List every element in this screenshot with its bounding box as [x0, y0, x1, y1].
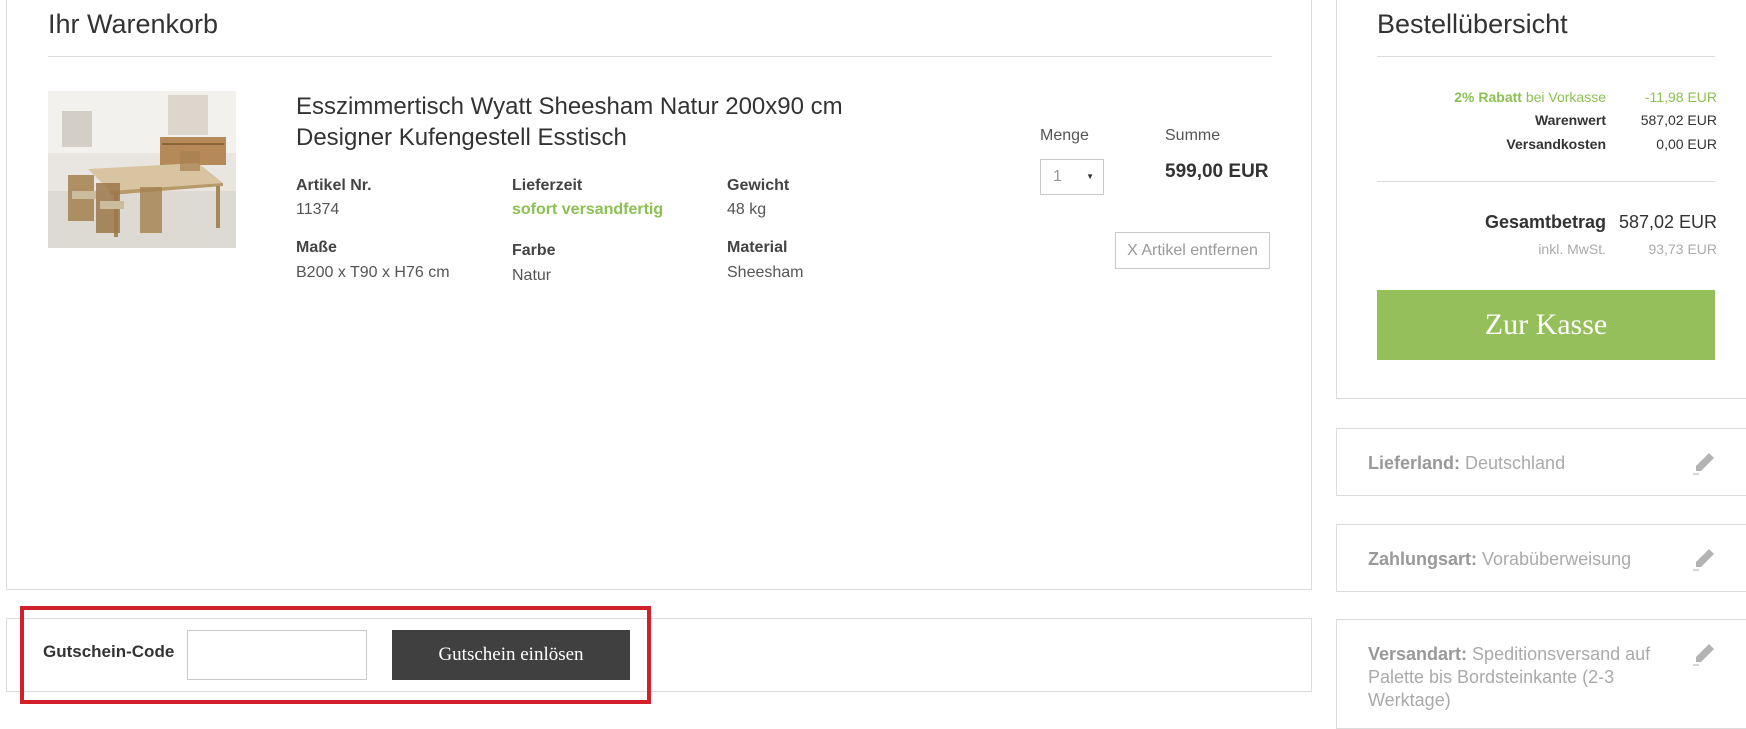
- total-value: 587,02 EUR: [1618, 212, 1717, 232]
- article-no-label: Artikel Nr.: [296, 177, 372, 194]
- material-value: Sheesham: [727, 264, 804, 281]
- summary-title: Bestellübersicht: [1377, 9, 1568, 39]
- sum-value: 599,00 EUR: [1165, 161, 1269, 182]
- color-value: Natur: [512, 267, 552, 284]
- shipping-method-label: Versandart:: [1368, 644, 1468, 664]
- delivery-label: Lieferzeit: [512, 177, 583, 194]
- pencil-icon[interactable]: [1690, 449, 1718, 477]
- summary-divider: [1377, 181, 1715, 182]
- payment-method-label: Zahlungsart:: [1368, 549, 1478, 569]
- discount-label-strong: 2% Rabatt: [1454, 89, 1522, 105]
- shipping-method-box[interactable]: Versandart: Speditionsversand auf Palett…: [1336, 619, 1746, 729]
- dimensions-label: Maße: [296, 239, 337, 256]
- color-label: Farbe: [512, 242, 556, 259]
- pencil-icon[interactable]: [1690, 545, 1718, 573]
- payment-method-text: Zahlungsart: Vorabüberweisung: [1368, 548, 1668, 571]
- summary-divider: [1377, 56, 1715, 57]
- weight-value: 48 kg: [727, 201, 767, 218]
- delivery-country-label: Lieferland:: [1368, 453, 1461, 473]
- shipping-cost-label: Versandkosten: [1506, 136, 1606, 152]
- delivery-value: sofort versandfertig: [512, 201, 664, 218]
- product-name-link[interactable]: Esszimmertisch Wyatt Sheesham Natur 200x…: [296, 91, 936, 153]
- discount-label: 2% Rabatt bei Vorkasse: [1454, 89, 1606, 105]
- goods-value: 587,02 EUR: [1640, 112, 1717, 128]
- coupon-label: Gutschein-Code: [43, 642, 175, 661]
- checkout-button[interactable]: Zur Kasse: [1377, 290, 1715, 360]
- weight-label: Gewicht: [727, 177, 790, 194]
- payment-method-box[interactable]: Zahlungsart: Vorabüberweisung: [1336, 524, 1746, 592]
- chevron-down-icon: ▼: [1086, 172, 1094, 181]
- goods-value-label: Warenwert: [1534, 112, 1606, 128]
- quantity-select[interactable]: 1 ▼: [1040, 159, 1104, 195]
- discount-value: -11,98 EUR: [1644, 89, 1717, 105]
- order-summary-panel: Bestellübersicht 2% Rabatt bei Vorkasse …: [1336, 0, 1746, 399]
- cart-title: Ihr Warenkorb: [48, 9, 219, 39]
- delivery-country-value: Deutschland: [1460, 453, 1566, 473]
- material-label: Material: [727, 239, 788, 256]
- remove-item-button[interactable]: X Artikel entfernen: [1115, 232, 1270, 269]
- shipping-cost-value: 0,00 EUR: [1656, 136, 1717, 152]
- quantity-value: 1: [1053, 168, 1062, 185]
- vat-value: 93,73 EUR: [1648, 241, 1717, 257]
- sum-label: Summe: [1165, 127, 1221, 144]
- delivery-country-text: Lieferland: Deutschland: [1368, 452, 1668, 475]
- quantity-label: Menge: [1040, 127, 1089, 144]
- coupon-input[interactable]: [187, 630, 367, 680]
- dimensions-value: B200 x T90 x H76 cm: [296, 264, 450, 281]
- redeem-coupon-button[interactable]: Gutschein einlösen: [392, 630, 630, 680]
- product-image[interactable]: [48, 91, 236, 248]
- payment-method-value: Vorabüberweisung: [1477, 549, 1632, 569]
- delivery-country-box[interactable]: Lieferland: Deutschland: [1336, 428, 1746, 496]
- discount-label-suffix: bei Vorkasse: [1521, 89, 1606, 105]
- vat-label: inkl. MwSt.: [1538, 241, 1606, 257]
- article-no-value: 11374: [296, 201, 340, 218]
- shipping-method-text: Versandart: Speditionsversand auf Palett…: [1368, 643, 1668, 712]
- total-label: Gesamtbetrag: [1484, 212, 1606, 232]
- pencil-icon[interactable]: [1690, 640, 1718, 668]
- cart-panel: Ihr Warenkorb Esszimmertisch Wyatt Shees…: [6, 0, 1312, 590]
- cart-divider: [48, 56, 1272, 57]
